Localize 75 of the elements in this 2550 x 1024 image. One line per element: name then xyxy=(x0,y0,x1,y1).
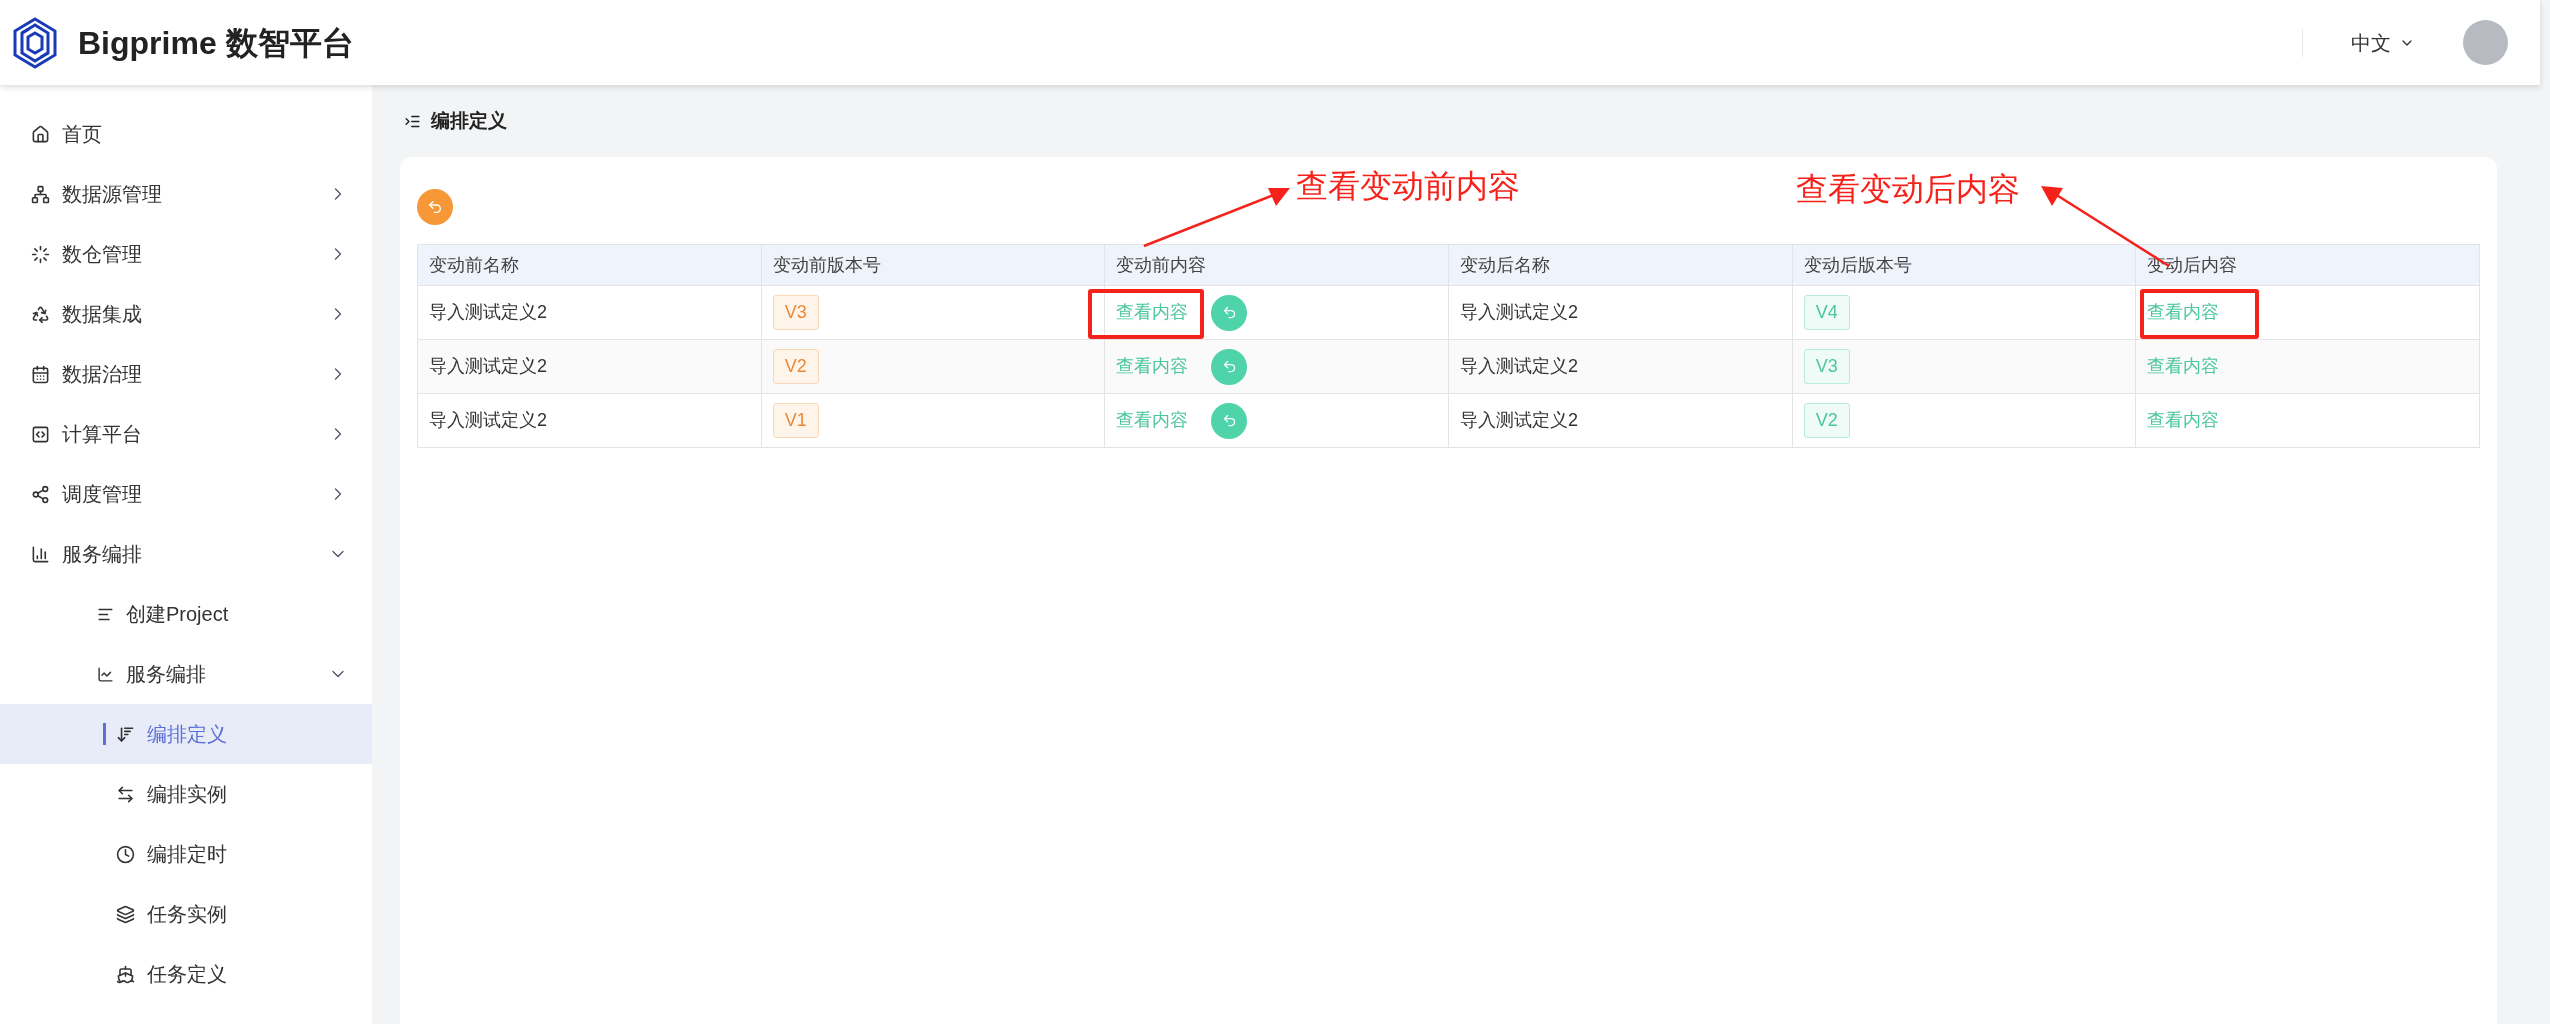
sidebar-item[interactable]: 任务定义 xyxy=(0,944,372,1004)
sidebar-label: 任务定义 xyxy=(147,962,227,987)
table-cell: 导入测试定义2 xyxy=(1448,285,1793,340)
sidebar-item[interactable]: 创建Project xyxy=(0,584,372,644)
ship-icon xyxy=(116,964,135,984)
table-cell: 导入测试定义2 xyxy=(1448,393,1793,448)
sidebar-item[interactable]: 编排定时 xyxy=(0,824,372,884)
table-cell: 导入测试定义2 xyxy=(417,285,762,340)
version-tag: V1 xyxy=(772,403,819,438)
sidebar-label: 编排定义 xyxy=(147,722,227,747)
sort-icon xyxy=(116,724,135,744)
code-icon xyxy=(31,424,50,444)
sidebar-label: 计算平台 xyxy=(62,422,142,447)
sidebar-item[interactable]: 调度管理 xyxy=(0,464,372,524)
back-button[interactable] xyxy=(417,189,453,225)
language-dropdown[interactable]: 中文 xyxy=(2351,27,2415,58)
table-cell: 导入测试定义2 xyxy=(417,393,762,448)
version-tag: V4 xyxy=(1803,295,1850,330)
sidebar-label: 数仓管理 xyxy=(62,242,142,267)
column-header: 变动后名称 xyxy=(1448,244,1793,286)
restore-button[interactable] xyxy=(1211,402,1248,439)
home-icon xyxy=(31,124,50,144)
sidebar-item[interactable]: 数据集成 xyxy=(0,284,372,344)
line-chart-icon xyxy=(97,665,114,683)
version-tag: V2 xyxy=(1803,403,1850,438)
table-cell: 导入测试定义2 xyxy=(1448,339,1793,394)
share-icon xyxy=(31,484,50,504)
sidebar-label: 服务编排 xyxy=(62,542,142,567)
sidebar-item[interactable]: 编排实例 xyxy=(0,764,372,824)
undo-icon xyxy=(1221,413,1237,428)
sidebar-item[interactable]: 数仓管理 xyxy=(0,224,372,284)
undo-icon xyxy=(1221,359,1237,374)
sidebar-label: 数据源管理 xyxy=(62,182,162,207)
column-header: 变动后版本号 xyxy=(1792,244,2136,286)
brand-title: Bigprime 数智平台 xyxy=(78,23,354,63)
restore-button[interactable] xyxy=(1211,294,1248,331)
sidebar-item[interactable]: 首页 xyxy=(0,104,372,164)
column-header: 变动前版本号 xyxy=(761,244,1105,286)
clock-icon xyxy=(116,844,135,864)
column-header: 变动前名称 xyxy=(417,244,762,286)
annotation-label: 查看变动后内容 xyxy=(1796,170,2020,209)
sidebar-item[interactable]: 任务实例 xyxy=(0,884,372,944)
avatar[interactable] xyxy=(2463,20,2508,65)
restore-button[interactable] xyxy=(1211,348,1248,385)
sidebar-label: 数据集成 xyxy=(62,302,142,327)
table-cell: 导入测试定义2 xyxy=(417,339,762,394)
sidebar-item[interactable]: 数据治理 xyxy=(0,344,372,404)
layers-icon xyxy=(116,904,135,924)
column-header: 变动前内容 xyxy=(1104,244,1449,286)
sidebar-label: 任务实例 xyxy=(147,902,227,927)
calendar-icon xyxy=(31,364,50,384)
sidebar-item[interactable]: 服务编排 xyxy=(0,524,372,584)
sidebar-label: 编排实例 xyxy=(147,782,227,807)
undo-icon xyxy=(427,199,443,215)
version-tag: V3 xyxy=(1803,349,1850,384)
sidebar-item[interactable]: 编排定义 xyxy=(0,704,372,764)
network-icon xyxy=(31,184,50,204)
sidebar-label: 编排定时 xyxy=(147,842,227,867)
version-tag: V3 xyxy=(772,295,819,330)
sidebar-label: 调度管理 xyxy=(62,482,142,507)
sidebar-item[interactable]: 服务编排 xyxy=(0,644,372,704)
sidebar-item[interactable]: 数据源管理 xyxy=(0,164,372,224)
sidebar-label: 数据治理 xyxy=(62,362,142,387)
undo-icon xyxy=(1221,305,1237,320)
annotation-label: 查看变动前内容 xyxy=(1296,167,1520,206)
arrows-icon xyxy=(116,784,135,804)
sidebar-label: 创建Project xyxy=(126,602,229,627)
logo-icon xyxy=(12,16,58,69)
sidebar-label: 首页 xyxy=(62,122,102,147)
version-tag: V2 xyxy=(772,349,819,384)
sidebar-item[interactable]: 计算平台 xyxy=(0,404,372,464)
sidebar-label: 服务编排 xyxy=(126,662,206,687)
page-title: 编排定义 xyxy=(431,108,507,133)
bar-chart-icon xyxy=(31,544,50,564)
spinner-icon xyxy=(31,244,50,264)
